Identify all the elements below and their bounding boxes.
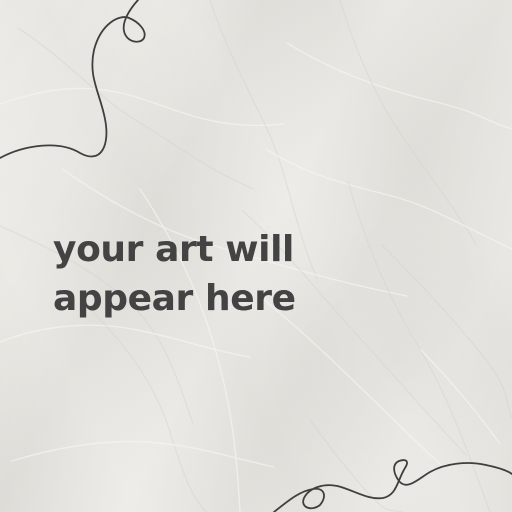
decorative-squiggle-top bbox=[0, 0, 146, 159]
paper-background: your art will appear here bbox=[0, 0, 512, 512]
headline-line: your art will bbox=[53, 229, 294, 270]
paper-crease bbox=[381, 244, 512, 419]
paper-crease bbox=[265, 148, 512, 250]
paper-crease bbox=[420, 349, 501, 445]
paper-crease bbox=[17, 27, 255, 190]
paper-crease bbox=[286, 42, 512, 130]
paper-crease bbox=[339, 0, 477, 245]
headline-text: your art will appear here bbox=[53, 225, 296, 323]
decorative-squiggle-bottom bbox=[273, 459, 512, 512]
paper-crease bbox=[263, 299, 442, 466]
headline-line: appear here bbox=[53, 278, 296, 319]
paper-crease bbox=[0, 87, 285, 127]
